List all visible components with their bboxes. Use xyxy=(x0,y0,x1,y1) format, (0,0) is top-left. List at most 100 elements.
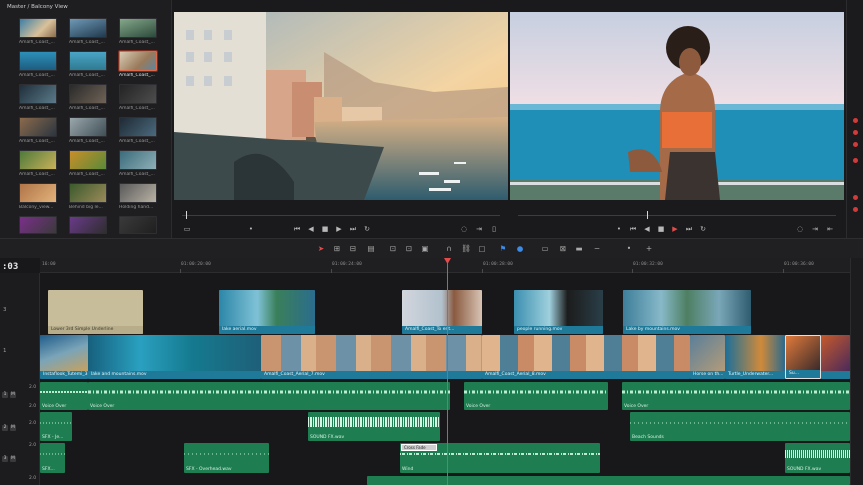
mute-button[interactable]: M xyxy=(10,392,16,398)
clip-thumbnail[interactable] xyxy=(69,216,107,234)
video-clip[interactable]: Amalfi_Coast_Aerial_7.mov xyxy=(261,335,482,379)
program-scrub-handle[interactable] xyxy=(647,211,648,219)
go-to-end-icon[interactable]: ⏭ xyxy=(684,225,694,234)
clear-mark-icon[interactable]: ⇤ xyxy=(825,225,835,234)
audio-clip[interactable]: Voice Over xyxy=(88,382,450,410)
mute-button[interactable]: M xyxy=(10,456,16,462)
go-to-end-icon[interactable]: ⏭ xyxy=(348,225,358,234)
clip-thumbnail[interactable] xyxy=(19,18,57,38)
clip-thumbnail[interactable] xyxy=(119,183,157,203)
video-clip[interactable]: lake and mountains.mov xyxy=(88,335,261,379)
audio-clip[interactable]: SFX... xyxy=(40,443,65,473)
overwrite-clip-icon[interactable]: ⊡ xyxy=(404,244,414,254)
record-indicator-icon[interactable] xyxy=(853,207,858,212)
video-clip[interactable]: Instaflook_Tutemi_3... xyxy=(40,335,88,379)
overwrite-icon[interactable]: ▯ xyxy=(489,225,499,234)
pointer-icon[interactable]: ➤ xyxy=(316,244,326,254)
stop-icon[interactable]: ■ xyxy=(656,225,666,234)
go-to-start-icon[interactable]: ⏮ xyxy=(292,225,302,234)
lock-icon[interactable]: ▢ xyxy=(477,244,487,254)
video-clip[interactable]: lake aerial.mov xyxy=(219,290,315,334)
jog-icon[interactable]: • xyxy=(246,225,256,234)
clip-thumbnail[interactable] xyxy=(69,150,107,170)
marker-icon[interactable]: ● xyxy=(515,244,525,254)
play-reverse-icon[interactable]: ◀ xyxy=(306,225,316,234)
zoom-custom-icon[interactable]: ▬ xyxy=(574,244,584,254)
clip-thumbnail[interactable] xyxy=(119,117,157,137)
zoom-detail-icon[interactable]: ⊠ xyxy=(558,244,568,254)
go-to-start-icon[interactable]: ⏮ xyxy=(628,225,638,234)
program-scrubber[interactable] xyxy=(518,215,836,216)
clip-thumbnail[interactable] xyxy=(69,84,107,104)
video-clip[interactable]: Horse on th... xyxy=(690,335,725,379)
program-viewer[interactable] xyxy=(510,12,844,200)
clip-thumbnail[interactable] xyxy=(119,150,157,170)
clip-thumbnail[interactable] xyxy=(69,51,107,71)
record-indicator-icon[interactable] xyxy=(853,158,858,163)
audio-clip[interactable]: SFX - Je... xyxy=(40,412,72,441)
link-icon[interactable]: ⛓ xyxy=(461,244,471,254)
clip-thumbnail[interactable] xyxy=(19,84,57,104)
record-indicator-icon[interactable] xyxy=(853,195,858,200)
video-clip[interactable] xyxy=(821,335,850,379)
video-clip[interactable]: Turtle_Underwater... xyxy=(725,335,785,379)
cross-fade-transition[interactable]: Cross Fade xyxy=(401,444,437,451)
clip-thumbnail-selected[interactable] xyxy=(119,51,157,71)
loop-icon[interactable]: ↻ xyxy=(698,225,708,234)
blade-icon[interactable]: ▤ xyxy=(366,244,376,254)
title-clip[interactable]: Lower 3rd Simple Underline xyxy=(48,290,143,334)
dynamic-trim-icon[interactable]: ⊟ xyxy=(348,244,358,254)
insert-clip-icon[interactable]: ⊡ xyxy=(388,244,398,254)
zoom-full-icon[interactable]: ▭ xyxy=(540,244,550,254)
audio-clip[interactable]: SOUND FX.wav xyxy=(308,412,440,441)
audio-track-badge[interactable]: 1 xyxy=(2,392,8,398)
clip-thumbnail[interactable] xyxy=(119,216,157,234)
zoom-slider-handle[interactable]: • xyxy=(624,244,634,254)
audio-track-badge[interactable]: 3 xyxy=(2,456,8,462)
replace-clip-icon[interactable]: ▣ xyxy=(420,244,430,254)
mute-button[interactable]: M xyxy=(10,425,16,431)
playhead[interactable] xyxy=(447,258,448,485)
audio-clip[interactable]: Voice Over xyxy=(464,382,608,410)
clip-thumbnail[interactable] xyxy=(69,117,107,137)
record-indicator-icon[interactable] xyxy=(853,118,858,123)
clip-thumbnail[interactable] xyxy=(69,18,107,38)
source-viewer[interactable] xyxy=(174,12,508,200)
insert-icon[interactable]: ⇥ xyxy=(474,225,484,234)
timeline-timecode[interactable]: :03 xyxy=(2,262,18,272)
video-clip[interactable]: Su... xyxy=(785,335,821,379)
zoom-out-icon[interactable]: − xyxy=(592,244,602,254)
flag-icon[interactable]: ⚑ xyxy=(498,244,508,254)
loop-icon[interactable]: ↻ xyxy=(362,225,372,234)
snap-icon[interactable]: ∩ xyxy=(444,244,454,254)
audio-clip[interactable]: Cross Fade Wind xyxy=(400,443,600,473)
clip-thumbnail[interactable] xyxy=(19,51,57,71)
audio-track-badge[interactable]: 2 xyxy=(2,425,8,431)
clip-thumbnail[interactable] xyxy=(119,84,157,104)
play-reverse-icon[interactable]: ◀ xyxy=(642,225,652,234)
audio-clip[interactable]: SOUND FX.wav xyxy=(785,443,850,473)
source-scrubber[interactable] xyxy=(182,215,500,216)
zoom-in-icon[interactable]: + xyxy=(644,244,654,254)
audio-clip[interactable]: Voice Over xyxy=(40,382,88,410)
stop-icon[interactable]: ■ xyxy=(320,225,330,234)
clip-thumbnail[interactable] xyxy=(119,18,157,38)
video-clip[interactable]: people running.mov xyxy=(514,290,603,334)
play-icon[interactable]: ▶ xyxy=(670,225,680,234)
video-clip[interactable]: Amalfi_Coast_To ent... xyxy=(402,290,482,334)
mark-in-icon[interactable]: ◌ xyxy=(795,225,805,234)
audio-clip[interactable]: Voice Over xyxy=(622,382,850,410)
video-clip[interactable]: Amalfi_Coast_Aerial_8.mov xyxy=(482,335,690,379)
viewer-options-icon[interactable]: ▭ xyxy=(182,225,192,234)
clip-thumbnail[interactable] xyxy=(69,183,107,203)
clip-thumbnail[interactable] xyxy=(19,183,57,203)
audio-clip[interactable]: Beach Sounds xyxy=(630,412,850,441)
audio-clip[interactable]: SFX - Overhead.wav xyxy=(184,443,269,473)
go-to-mark-icon[interactable]: ⇥ xyxy=(810,225,820,234)
video-clip[interactable]: Lake by mountains.mov xyxy=(623,290,751,334)
mark-in-icon[interactable]: ◌ xyxy=(459,225,469,234)
trim-icon[interactable]: ⊞ xyxy=(332,244,342,254)
media-pool-breadcrumb[interactable]: Master / Balcony View xyxy=(7,4,68,10)
source-scrub-handle[interactable] xyxy=(186,211,187,219)
jog-icon[interactable]: • xyxy=(614,225,624,234)
